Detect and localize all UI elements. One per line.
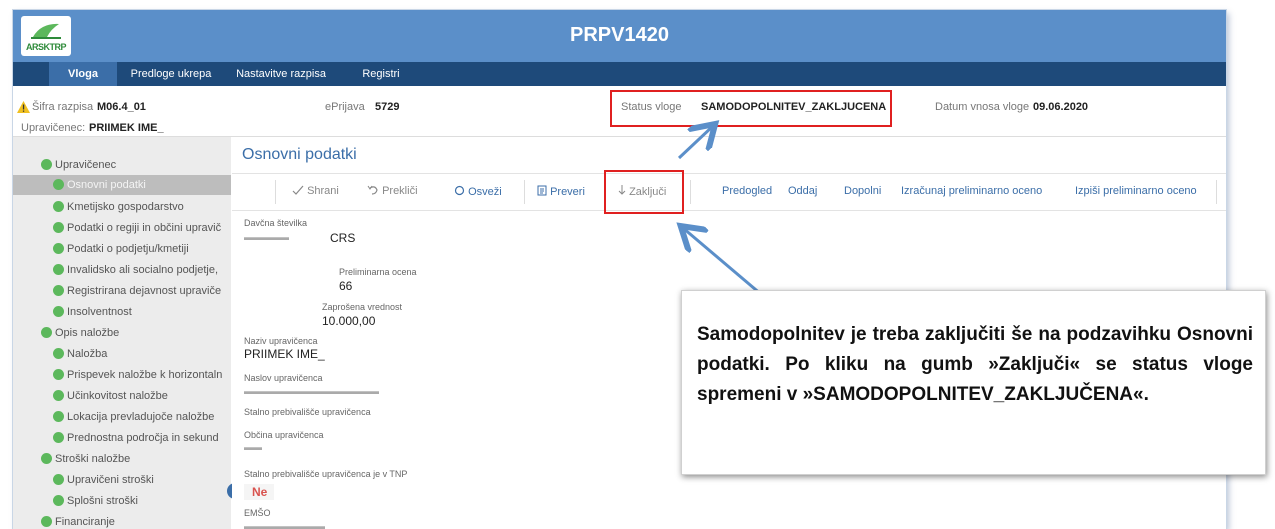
status-dot-icon	[53, 306, 64, 317]
check-icon	[292, 185, 304, 195]
tab-registri[interactable]: Registri	[351, 62, 411, 86]
sidebar-item-podatki-o-podjetju[interactable]: Podatki o podjetju/kmetiji	[53, 239, 231, 259]
warning-triangle-icon	[17, 101, 30, 113]
sidebar-item-financiranje[interactable]: Financiranje	[41, 512, 115, 529]
masked-value: ▬▬	[244, 442, 262, 452]
preliminarna-ocena-label: Preliminarna ocena	[339, 267, 417, 277]
zaprosena-vrednost-value: 10.000,00	[322, 314, 376, 328]
status-dot-icon	[53, 348, 64, 359]
emso-label: EMŠO	[244, 508, 271, 518]
toolbar-divider	[524, 180, 525, 204]
izpisi-oceno-button[interactable]: Izpiši preliminarno oceno	[1075, 185, 1197, 197]
datum-vnosa-value: 09.06.2020	[1033, 101, 1089, 113]
stalno-prebivalisce-label: Stalno prebivališče upravičenca	[244, 407, 371, 417]
datum-vnosa-label: Datum vnosa vloge	[935, 101, 1030, 113]
preklici-button[interactable]: Prekliči	[367, 185, 418, 197]
masked-value: ▬▬▬▬▬	[244, 232, 289, 242]
sidebar-item-upravicenec[interactable]: Upravičenec	[41, 155, 116, 175]
toolbar-divider	[1216, 180, 1217, 204]
sidebar-item-invalidsko-podjetje[interactable]: Invalidsko ali socialno podjetje,	[53, 260, 231, 280]
status-dot-icon	[53, 264, 64, 275]
callout-text: Samodopolnitev je treba zaključiti še na…	[697, 324, 1253, 405]
sifra-razpisa-label: Šifra razpisa	[32, 101, 94, 113]
tab-predloge-ukrepa[interactable]: Predloge ukrepa	[123, 62, 219, 86]
preveri-button[interactable]: Preveri	[537, 185, 585, 198]
instruction-callout: Samodopolnitev je treba zaključiti še na…	[681, 290, 1266, 475]
tnp-value: Ne	[252, 485, 268, 499]
status-dot-icon	[53, 369, 64, 380]
status-dot-icon	[41, 453, 52, 464]
naslov-upravicenca-label: Naslov upravičenca	[244, 373, 323, 383]
sidebar-tree: Osnovni podatki Upravičenec Kmetijsko go…	[13, 137, 231, 529]
naziv-upravicenca-value: PRIIMEK IME_	[244, 347, 325, 361]
izracunaj-oceno-button[interactable]: Izračunaj preliminarno oceno	[901, 185, 1042, 197]
upravicenec-value: PRIIMEK IME_	[89, 122, 164, 134]
section-title: Osnovni podatki	[242, 146, 357, 163]
davcna-stevilka-value: CRS	[330, 231, 356, 245]
title-bar: ARSKTRP PRPV1420	[13, 10, 1226, 62]
sidebar-item-splosni-stroski[interactable]: Splošni stroški	[53, 491, 231, 511]
eprijava-label: ePrijava	[325, 101, 365, 113]
sidebar-item-opis-nalozbe[interactable]: Opis naložbe	[41, 323, 119, 343]
obcina-upravicenca-label: Občina upravičenca	[244, 430, 324, 440]
sidebar-item-registrirana-dejavnost[interactable]: Registrirana dejavnost upraviče	[53, 281, 231, 301]
toolbar-divider	[275, 180, 276, 204]
status-dot-icon	[53, 201, 64, 212]
dopolni-button[interactable]: Dopolni	[844, 185, 881, 197]
zaprosena-vrednost-label: Zaprošena vrednost	[322, 302, 403, 312]
sidebar-item-stroski-nalozbe[interactable]: Stroški naložbe	[41, 449, 130, 469]
osvezi-button[interactable]: Osveži	[454, 185, 502, 198]
eprijava-value: 5729	[375, 101, 400, 113]
status-dot-icon	[53, 474, 64, 485]
status-dot-icon	[41, 327, 52, 338]
masked-value: ▬▬▬▬▬▬▬▬▬▬▬▬▬▬▬	[244, 386, 379, 396]
upravicenec-label: Upravičenec:	[21, 122, 86, 134]
status-dot-icon	[53, 222, 64, 233]
sifra-razpisa-value: M06.4_01	[97, 101, 146, 113]
preliminarna-ocena-value: 66	[339, 279, 353, 293]
zakljuci-highlight-box	[604, 170, 684, 214]
form-toolbar: Shrani Prekliči Osveži Preveri Zaključi …	[232, 173, 1226, 211]
app-title: PRPV1420	[570, 24, 669, 46]
status-dot-icon	[41, 516, 52, 527]
status-dot-icon	[53, 285, 64, 296]
predogled-button[interactable]: Predogled	[722, 185, 772, 197]
status-dot-icon	[53, 390, 64, 401]
shrani-button[interactable]: Shrani	[292, 185, 339, 197]
status-dot-icon	[53, 179, 64, 190]
undo-icon	[367, 185, 378, 195]
toolbar-divider	[690, 180, 691, 204]
refresh-icon	[454, 185, 465, 196]
oddaj-button[interactable]: Oddaj	[788, 185, 817, 197]
status-dot-icon	[53, 495, 64, 506]
sidebar-item-podatki-o-regiji[interactable]: Podatki o regiji in občini upravič	[53, 218, 231, 238]
sidebar-item-ucinkovitost-nalozbe[interactable]: Učinkovitost naložbe	[53, 386, 231, 406]
davcna-stevilka-label: Davčna številka	[244, 218, 308, 228]
tnp-value-box: Ne	[244, 484, 274, 500]
status-dot-icon	[53, 432, 64, 443]
sidebar-item-prednostna-podrocja[interactable]: Prednostna področja in sekund	[53, 428, 231, 448]
sidebar-item-lokacija-nalozbe[interactable]: Lokacija prevladujoče naložbe	[53, 407, 231, 427]
sidebar-item-osnovni-podatki[interactable]: Osnovni podatki	[53, 175, 146, 195]
status-dot-icon	[53, 411, 64, 422]
sidebar-item-prispevek-nalozbe[interactable]: Prispevek naložbe k horizontaln	[53, 365, 231, 385]
naziv-upravicenca-label: Naziv upravičenca	[244, 336, 318, 346]
masked-value: ▬▬▬▬▬▬▬▬▬	[244, 521, 325, 529]
status-dot-icon	[53, 243, 64, 254]
sidebar-selected-row: Osnovni podatki	[13, 175, 231, 195]
sidebar-item-nalozba[interactable]: Naložba	[53, 344, 231, 364]
document-check-icon	[537, 185, 547, 196]
sidebar-item-upraviceni-stroski[interactable]: Upravičeni stroški	[53, 470, 231, 490]
sidebar-item-kmetijsko-gospodarstvo[interactable]: Kmetijsko gospodarstvo	[53, 197, 231, 217]
sidebar-item-insolventnost[interactable]: Insolventnost	[53, 302, 231, 322]
tab-vloga[interactable]: Vloga	[49, 62, 117, 86]
status-highlight-box	[610, 90, 892, 127]
main-nav: Vloga Predloge ukrepa Nastavitve razpisa…	[13, 62, 1226, 86]
tab-nastavitve-razpisa[interactable]: Nastavitve razpisa	[225, 62, 337, 86]
status-dot-icon	[41, 159, 52, 170]
tnp-label: Stalno prebivališče upravičenca je v TNP	[244, 469, 408, 479]
